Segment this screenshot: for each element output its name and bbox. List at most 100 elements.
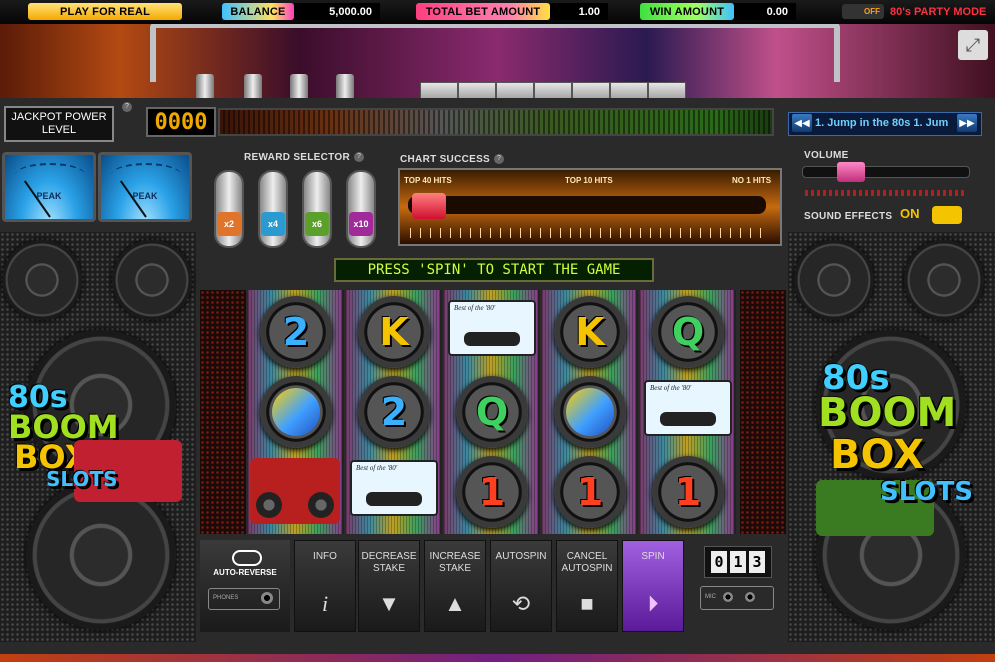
- reward-x10-chip[interactable]: x10: [349, 212, 373, 236]
- reward-x2-chip[interactable]: x2: [217, 212, 241, 236]
- reward-slot[interactable]: [258, 170, 288, 248]
- party-mode-label: 80's PARTY MODE: [890, 6, 987, 18]
- symbol-1: 1: [456, 456, 528, 528]
- tweeter-right: [112, 240, 192, 320]
- cassette-tape-symbol: Best of the '80': [448, 300, 536, 356]
- decrease-stake-button[interactable]: DECREASE STAKE ▼: [358, 540, 420, 632]
- jackpot-power-bar: [218, 108, 774, 136]
- symbol-1: 1: [652, 456, 724, 528]
- chart-ticks: [410, 228, 770, 238]
- track-title: 1. Jump in the 80s 1. Jum: [815, 117, 949, 129]
- info-label: INFO: [313, 551, 337, 562]
- record-disc-symbol: [260, 376, 332, 448]
- disc-icon: [566, 388, 614, 436]
- help-icon[interactable]: ?: [494, 154, 504, 164]
- tweeter-right: [904, 240, 984, 320]
- reward-slot[interactable]: [346, 170, 376, 248]
- tuning-knob: [196, 74, 214, 100]
- increase-stake-button[interactable]: INCREASE STAKE ▲: [424, 540, 486, 632]
- chart-progress-knob: [412, 193, 446, 219]
- auto-reverse-icon: [232, 550, 262, 566]
- party-mode-toggle[interactable]: OFF: [842, 4, 884, 19]
- play-for-real-button[interactable]: PLAY FOR REAL: [28, 3, 182, 20]
- total-bet-value: 1.00: [550, 3, 608, 20]
- autospin-button[interactable]: AUTOSPIN ⟲: [490, 540, 552, 632]
- symbol-q: Q: [652, 296, 724, 368]
- volume-leds: [805, 190, 967, 196]
- spin-label: SPIN: [641, 551, 665, 562]
- counter-digit: 1: [730, 551, 746, 573]
- sound-effects-toggle[interactable]: [932, 206, 962, 224]
- auto-reverse-panel: AUTO-REVERSE PHONES: [200, 540, 290, 632]
- previous-track-icon[interactable]: ◀◀: [792, 114, 812, 132]
- stop-icon: ■: [580, 591, 594, 616]
- up-arrow-icon: ▲: [444, 591, 466, 616]
- fullscreen-icon[interactable]: ⤢: [958, 30, 988, 60]
- cancel-autospin-label: CANCEL AUTOSPIN: [561, 551, 613, 574]
- cassette-tape-symbol: Best of the '80': [350, 460, 438, 516]
- tweeter-left: [2, 240, 82, 320]
- chart-success-label: CHART SUCCESS: [400, 154, 491, 165]
- info-icon: i: [321, 591, 329, 616]
- woofer-lower: [26, 480, 176, 630]
- mic-jack-icon: [745, 592, 755, 602]
- peak-meter-left: PEAK: [2, 152, 96, 222]
- play-icon: ⏵: [647, 591, 659, 616]
- logo-box: BOX: [830, 432, 924, 478]
- total-bet-label: TOTAL BET AMOUNT: [416, 3, 550, 20]
- symbol-glyph: K: [379, 310, 409, 354]
- tuning-knob: [336, 74, 354, 100]
- autospin-label: AUTOSPIN: [495, 551, 547, 562]
- logo-slots: SLOTS: [46, 467, 118, 491]
- balance-value: 5,000.00: [294, 3, 380, 20]
- counter-digit: 0: [711, 551, 727, 573]
- reward-slot[interactable]: [302, 170, 332, 248]
- symbol-glyph: 2: [380, 390, 408, 434]
- cassette-label: Best of the '80': [356, 464, 398, 472]
- cassette-window: [660, 412, 716, 426]
- spin-button[interactable]: SPIN ⏵: [622, 540, 684, 632]
- boombox-symbol: [250, 458, 340, 524]
- symbol-q: Q: [456, 376, 528, 448]
- help-icon[interactable]: ?: [122, 102, 132, 112]
- status-banner: PRESS 'SPIN' TO START THE GAME: [334, 258, 654, 282]
- cassette-tape-symbol: Best of the '80': [644, 380, 732, 436]
- top-40-label: TOP 40 HITS: [404, 176, 452, 185]
- win-amount-value: 0.00: [734, 3, 796, 20]
- mic-jack-icon: [723, 592, 733, 602]
- disc-icon: [272, 388, 320, 436]
- symbol-glyph: K: [575, 310, 605, 354]
- next-track-icon[interactable]: ▶▶: [957, 114, 977, 132]
- no1-label: NO 1 HITS: [732, 176, 772, 185]
- sound-effects-label: SOUND EFFECTS: [804, 211, 893, 222]
- help-icon[interactable]: ?: [354, 152, 364, 162]
- peak-meter-right: PEAK: [98, 152, 192, 222]
- reward-x4-chip[interactable]: x4: [261, 212, 285, 236]
- increase-stake-label: INCREASE STAKE: [429, 551, 481, 574]
- mic-label: MIC: [705, 594, 716, 600]
- tape-counter: 0 1 3: [704, 546, 772, 578]
- decrease-stake-label: DECREASE STAKE: [361, 551, 417, 574]
- top-bar: PLAY FOR REAL BALANCE 5,000.00 TOTAL BET…: [0, 0, 995, 24]
- counter-digit: 3: [749, 551, 765, 573]
- symbol-glyph: 1: [576, 470, 604, 514]
- win-amount-label: WIN AMOUNT: [640, 3, 734, 20]
- symbol-1: 1: [554, 456, 626, 528]
- tweeter-left: [794, 240, 874, 320]
- volume-slider-track[interactable]: [802, 166, 970, 178]
- volume-slider-knob[interactable]: [836, 162, 865, 182]
- symbol-2: 2: [260, 296, 332, 368]
- auto-reverse-label: AUTO-REVERSE: [213, 568, 277, 577]
- phones-label: PHONES: [213, 595, 239, 601]
- reel-grill-left: [200, 290, 246, 534]
- reward-slot[interactable]: [214, 170, 244, 248]
- symbol-glyph: 1: [478, 470, 506, 514]
- cancel-autospin-button[interactable]: CANCEL AUTOSPIN ■: [556, 540, 618, 632]
- logo-boom: BOOM: [818, 390, 957, 436]
- cassette-label: Best of the '80': [454, 304, 496, 312]
- symbol-glyph: Q: [475, 390, 509, 434]
- reward-selector-label: REWARD SELECTOR: [244, 152, 350, 163]
- peak-label: PEAK: [132, 191, 158, 201]
- reward-x6-chip[interactable]: x6: [305, 212, 329, 236]
- info-button[interactable]: INFO i: [294, 540, 356, 632]
